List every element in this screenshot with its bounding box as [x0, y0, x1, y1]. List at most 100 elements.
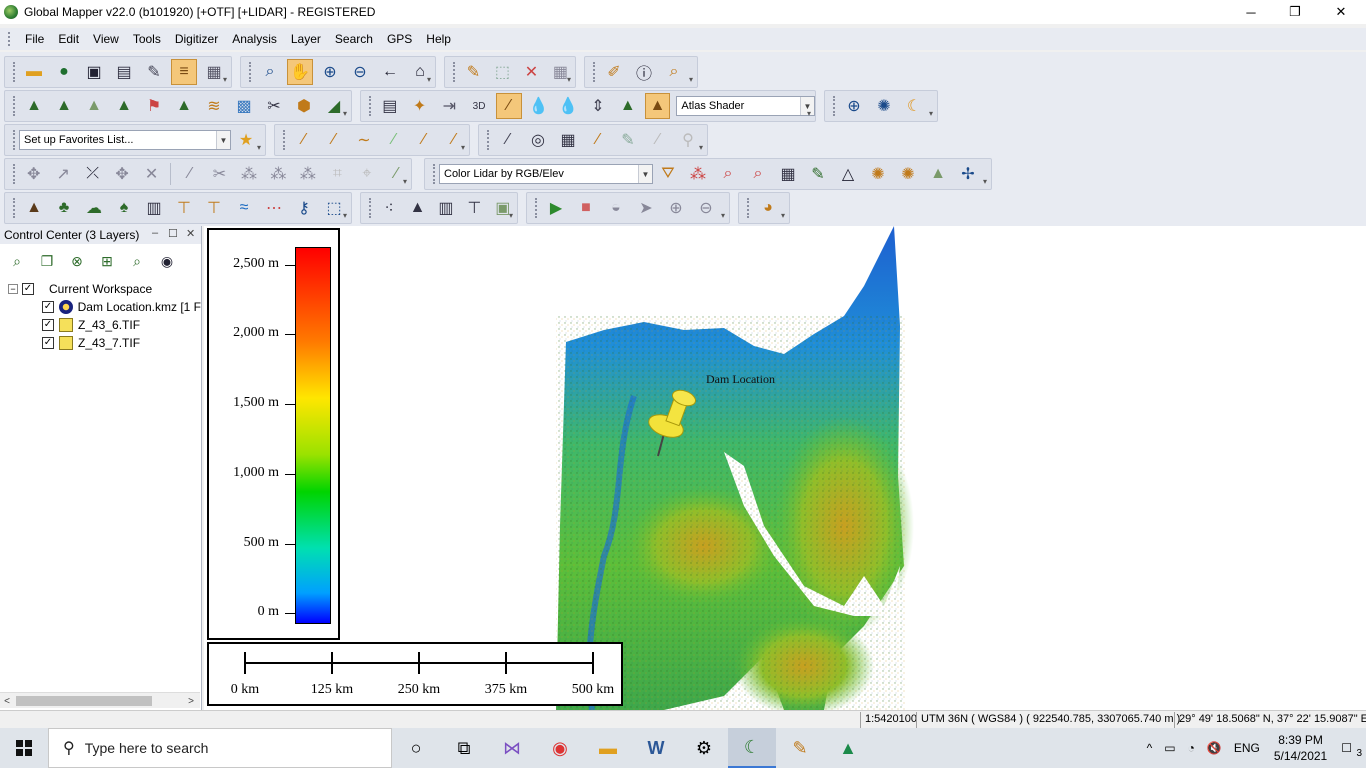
- online-data-globe-icon[interactable]: ⊕: [841, 93, 867, 119]
- start-button[interactable]: [0, 728, 48, 768]
- toolbar-grip[interactable]: [13, 164, 17, 184]
- create-points-icon[interactable]: ⁄: [291, 127, 317, 153]
- layer-zoom-icon[interactable]: ⌕: [124, 248, 150, 274]
- align-icon[interactable]: ⌖: [354, 161, 379, 187]
- lidar-color-combo[interactable]: Color Lidar by RGB/Elev ▼: [439, 164, 653, 184]
- layer-copy-icon[interactable]: ❐: [34, 248, 60, 274]
- tree-icon[interactable]: ♠: [111, 195, 137, 221]
- move-vertex-icon[interactable]: ✥: [109, 161, 134, 187]
- select-region-icon[interactable]: ⬚: [490, 59, 515, 85]
- layer-checkbox[interactable]: ✓: [42, 319, 54, 331]
- viewshed-icon[interactable]: ▲: [171, 93, 197, 119]
- connect-icon[interactable]: ⁂: [236, 161, 261, 187]
- terrain-profile-icon[interactable]: ▲: [21, 93, 47, 119]
- create-curve-icon[interactable]: ∼: [351, 127, 377, 153]
- create-area-icon[interactable]: ⁄: [381, 127, 407, 153]
- close-button[interactable]: ✕: [1318, 0, 1364, 24]
- watershed-icon[interactable]: ⚑: [141, 93, 167, 119]
- layer-visibility-eye-icon[interactable]: ◉: [154, 248, 180, 274]
- toolbar-options-arrow[interactable]: ▾: [403, 177, 411, 187]
- vertex-icon[interactable]: ⁂: [295, 161, 320, 187]
- menu-tools[interactable]: Tools: [126, 32, 168, 46]
- layer-checkbox[interactable]: ✓: [42, 301, 54, 313]
- building-icon[interactable]: ▥: [141, 195, 167, 221]
- pencil-icon[interactable]: ✎: [461, 59, 486, 85]
- task-view-icon[interactable]: ⧉: [440, 728, 488, 768]
- menu-analysis[interactable]: Analysis: [225, 32, 284, 46]
- toolbar-grip[interactable]: [249, 62, 253, 82]
- rotate-icon[interactable]: ↗: [50, 161, 75, 187]
- workspace-checkbox[interactable]: ✓: [22, 283, 34, 295]
- toolbar-grip[interactable]: [13, 198, 17, 218]
- toolbar-grip[interactable]: [747, 198, 751, 218]
- global-mapper-swirl-icon[interactable]: ☾: [901, 93, 927, 119]
- points-icon[interactable]: ⁖: [377, 195, 401, 221]
- lidar-grid-icon[interactable]: ▦: [775, 161, 801, 187]
- lidar-filter-icon[interactable]: ⛛: [655, 161, 681, 187]
- key-icon[interactable]: ⚷: [291, 195, 317, 221]
- toolbar-options-arrow[interactable]: ▾: [929, 109, 937, 119]
- battery-icon[interactable]: ▭: [1158, 741, 1181, 755]
- shrub-icon[interactable]: ☁: [81, 195, 107, 221]
- toolbar-options-arrow[interactable]: ▾: [721, 211, 729, 221]
- shader-combo[interactable]: Atlas Shader ▼: [676, 96, 815, 116]
- 3d-view-icon[interactable]: 3D: [466, 93, 492, 119]
- line-edit-icon[interactable]: ⁄: [495, 127, 521, 153]
- toolbar-grip[interactable]: [13, 130, 17, 150]
- add-point-icon[interactable]: ⊕: [663, 195, 689, 221]
- toolbar-options-arrow[interactable]: ▾: [699, 143, 707, 153]
- shader-terrain-icon[interactable]: ▲: [615, 93, 641, 119]
- lidar-search-icon[interactable]: ⌕: [715, 161, 741, 187]
- toolbar-options-arrow[interactable]: ▾: [983, 177, 991, 187]
- image-icon[interactable]: ▩: [231, 93, 257, 119]
- layer-checkbox[interactable]: ✓: [42, 337, 54, 349]
- clock[interactable]: 8:39 PM 5/14/2021: [1266, 732, 1335, 764]
- triangle-icon[interactable]: △: [835, 161, 861, 187]
- volume-mute-icon[interactable]: 🔇: [1201, 741, 1228, 755]
- toolbar-options-arrow[interactable]: ▾: [807, 109, 815, 119]
- zoom-out-icon[interactable]: ⊖: [347, 59, 373, 85]
- menu-digitizer[interactable]: Digitizer: [168, 32, 225, 46]
- poles-icon[interactable]: ⊤: [462, 195, 486, 221]
- contrast-icon[interactable]: ⇕: [585, 93, 611, 119]
- disabled-tool-icon[interactable]: ⚲: [675, 127, 701, 153]
- layer-add-icon[interactable]: ⊞: [94, 248, 120, 274]
- layers-icon[interactable]: ≡: [171, 59, 197, 85]
- layer-row[interactable]: ✓ Dam Location.kmz [1 F: [0, 298, 201, 316]
- lidar-network-icon[interactable]: ✢: [955, 161, 981, 187]
- lidar-classify-icon[interactable]: ✺: [865, 161, 891, 187]
- play-icon[interactable]: ▶: [543, 195, 569, 221]
- toolbar-grip[interactable]: [13, 62, 17, 82]
- water-drop-icon[interactable]: 💧: [555, 93, 581, 119]
- menu-grip[interactable]: [8, 32, 12, 46]
- float-window-icon[interactable]: ☐: [168, 227, 178, 240]
- power-line-icon[interactable]: ⊤: [201, 195, 227, 221]
- menu-view[interactable]: View: [86, 32, 126, 46]
- pan-hand-icon[interactable]: ✋: [287, 59, 313, 85]
- remove-point-icon[interactable]: ⊖: [693, 195, 719, 221]
- toolbar-options-arrow[interactable]: ▾: [223, 75, 231, 85]
- hill-icon[interactable]: ▲: [405, 195, 429, 221]
- settings-gear-icon[interactable]: ⚙: [680, 728, 728, 768]
- lidar-edit-icon[interactable]: ✎: [805, 161, 831, 187]
- horizontal-scrollbar[interactable]: < >: [0, 692, 200, 708]
- toolbar-grip[interactable]: [487, 130, 491, 150]
- ground-icon[interactable]: ⋯: [261, 195, 287, 221]
- toolbar-grip[interactable]: [453, 62, 457, 82]
- layer-row[interactable]: ✓ Z_43_6.TIF: [0, 316, 201, 334]
- wifi-icon[interactable]: ◔: [1182, 741, 1201, 755]
- layer-search-icon[interactable]: ⌕: [4, 248, 30, 274]
- toolbar-grip[interactable]: [369, 96, 373, 116]
- word-icon[interactable]: W: [632, 728, 680, 768]
- toolbar-grip[interactable]: [535, 198, 539, 218]
- menu-layer[interactable]: Layer: [284, 32, 328, 46]
- minimize-button[interactable]: ─: [1228, 0, 1274, 24]
- globe-icon[interactable]: ●: [51, 59, 77, 85]
- join-icon[interactable]: ⁂: [266, 161, 291, 187]
- create-rectangle-icon[interactable]: ⁄: [411, 127, 437, 153]
- line-tool-icon[interactable]: ⁄: [177, 161, 202, 187]
- toolbar-options-arrow[interactable]: ▾: [343, 211, 351, 221]
- lidar-search-2-icon[interactable]: ⌕: [745, 161, 771, 187]
- menu-file[interactable]: File: [18, 32, 51, 46]
- toolbar-grip[interactable]: [593, 62, 597, 82]
